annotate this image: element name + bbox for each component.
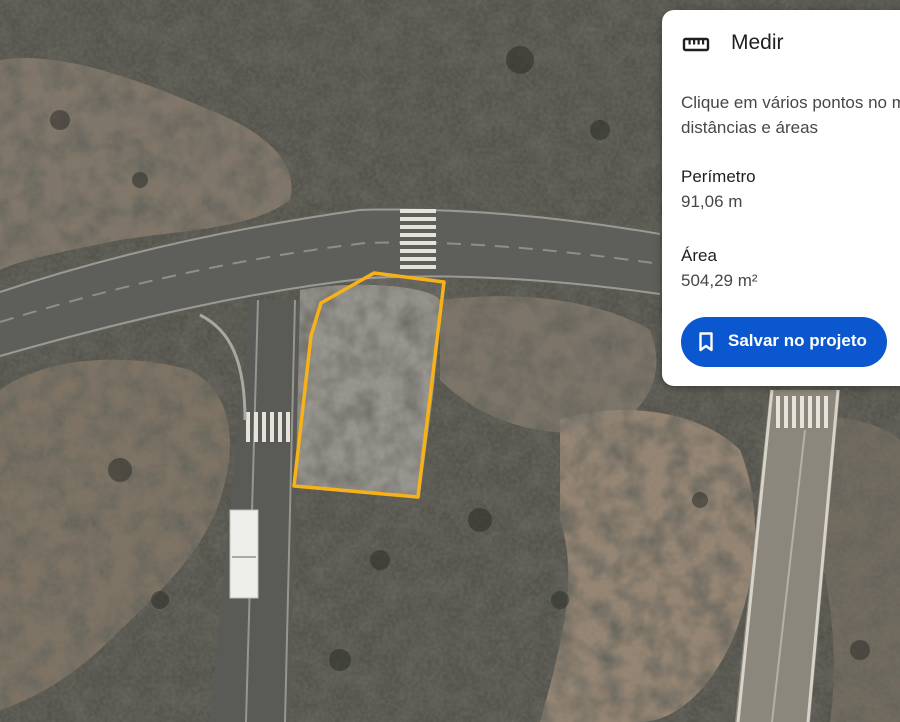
measure-panel: Medir Clique em vários pontos no m distâ… <box>662 10 900 386</box>
perimeter-label: Perímetro <box>681 167 756 186</box>
bookmark-icon <box>699 332 713 352</box>
save-to-project-button[interactable]: Salvar no projeto <box>681 317 887 367</box>
measure-panel-header: Medir <box>662 10 900 76</box>
measure-description: Clique em vários pontos no m distâncias … <box>681 93 900 137</box>
save-button-label: Salvar no projeto <box>728 331 867 350</box>
perimeter-value: 91,06 m <box>681 192 743 211</box>
area-value: 504,29 m² <box>681 271 758 290</box>
measure-title: Medir <box>731 31 784 54</box>
bus-vehicle <box>229 509 259 599</box>
ruler-icon <box>682 37 710 52</box>
area-label: Área <box>681 246 717 265</box>
